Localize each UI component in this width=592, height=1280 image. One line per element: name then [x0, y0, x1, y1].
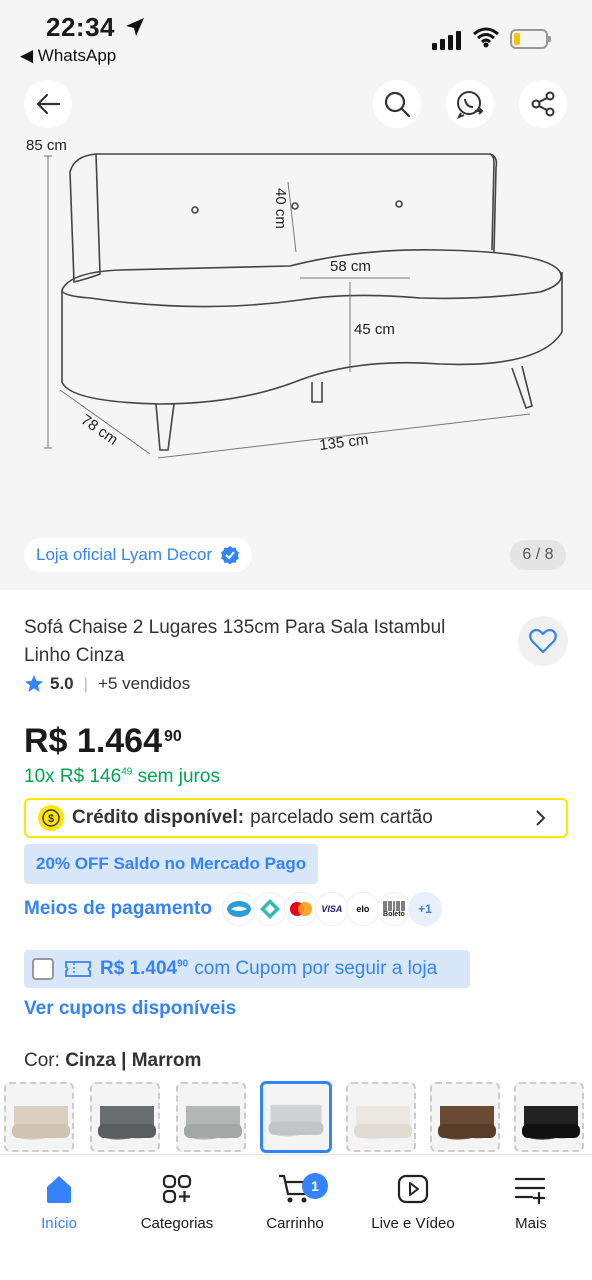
dim-back: 40 cm	[272, 188, 289, 229]
pix-icon	[252, 892, 287, 926]
categories-icon	[162, 1174, 192, 1204]
rating-row[interactable]: 5.0 | +5 vendidos	[24, 674, 190, 694]
whatsapp-icon	[456, 91, 484, 119]
swatch-preto[interactable]	[514, 1082, 584, 1152]
discount-badge: 20% OFF Saldo no Mercado Pago	[24, 844, 319, 884]
coupon-cents: 90	[177, 958, 189, 970]
color-label: Cor:	[24, 1050, 60, 1071]
credit-text: parcelado sem cartão	[250, 807, 433, 828]
whatsapp-share-button[interactable]	[446, 80, 494, 128]
home-icon	[47, 1176, 71, 1203]
price-cents: 90	[164, 728, 182, 745]
nav-mais[interactable]: Mais	[476, 1169, 586, 1232]
swatch-off-white[interactable]	[346, 1082, 416, 1152]
payment-methods-row[interactable]: Meios de pagamento VISA elo Boleto +1	[24, 890, 442, 928]
installments-prefix: 10x R$ 146	[24, 766, 122, 787]
nav-live-video[interactable]: Live e Vídeo	[358, 1169, 468, 1232]
dim-seat-height: 45 cm	[354, 321, 395, 338]
payment-methods-label[interactable]: Meios de pagamento	[24, 898, 212, 920]
mercado-pago-icon	[221, 892, 256, 926]
wifi-icon	[473, 27, 499, 48]
coupon-banner[interactable]: R$ 1.40490 com Cupom por seguir a loja	[24, 950, 470, 988]
color-swatches	[4, 1081, 592, 1154]
price: R$ 1.464 90	[24, 722, 182, 761]
svg-text:$: $	[48, 813, 54, 825]
nav-label-live-video: Live e Vídeo	[371, 1215, 455, 1232]
rating-value: 5.0	[50, 674, 74, 693]
coupon-checkbox[interactable]	[32, 958, 54, 980]
price-main: R$ 1.464	[24, 722, 162, 760]
dim-depth: 78 cm	[78, 411, 121, 448]
verified-icon	[221, 546, 240, 565]
nav-inicio[interactable]: Início	[4, 1169, 114, 1232]
official-store-label: Loja oficial Lyam Decor	[36, 545, 213, 564]
color-value: Cinza | Marrom	[65, 1050, 202, 1071]
status-time: 22:34	[46, 12, 115, 42]
product-page: 22:34 ◀ WhatsApp 85 cm 40 cm 58 cm 45 cm…	[0, 0, 592, 1280]
share-icon	[531, 91, 555, 117]
mastercard-icon	[283, 892, 318, 926]
boleto-icon: Boleto	[376, 892, 411, 926]
image-counter: 6 / 8	[510, 540, 566, 570]
search-button[interactable]	[373, 80, 421, 128]
swatch-cinza-claro[interactable]	[176, 1082, 246, 1152]
installments-suffix: sem juros	[132, 766, 220, 787]
cart-count-badge: 1	[302, 1173, 328, 1199]
product-title: Sofá Chaise 2 Lugares 135cm Para Sala Is…	[24, 617, 446, 666]
sofa-dimension-drawing: 85 cm 40 cm 58 cm 45 cm 78 cm 135 cm	[26, 137, 563, 459]
ticket-icon	[65, 961, 91, 977]
nav-label-mais: Mais	[515, 1215, 547, 1232]
coupon-text: com Cupom por seguir a loja	[194, 958, 438, 979]
location-arrow-icon	[126, 18, 144, 36]
color-selector-label: Cor: Cinza | Marrom	[24, 1050, 201, 1072]
see-coupons-link[interactable]: Ver cupons disponíveis	[24, 998, 236, 1020]
battery-icon	[510, 29, 551, 49]
back-to-app-link[interactable]: ◀ WhatsApp	[20, 46, 116, 66]
installments: 10x R$ 14649 sem juros	[24, 766, 220, 788]
dim-width: 135 cm	[318, 431, 369, 454]
arrow-left-icon	[36, 93, 61, 115]
sold-count: +5 vendidos	[98, 674, 191, 693]
bottom-navigation: Início Categorias 1 Carrinho Live e Víde…	[0, 1154, 592, 1280]
swatch-marrom[interactable]	[430, 1082, 500, 1152]
heart-icon	[529, 628, 557, 654]
share-button[interactable]	[519, 80, 567, 128]
nav-label-carrinho: Carrinho	[266, 1215, 324, 1232]
swatch-cinza-selected[interactable]	[260, 1081, 332, 1153]
visa-icon: VISA	[314, 892, 349, 926]
credit-banner[interactable]: $ Crédito disponível: parcelado sem cart…	[24, 798, 568, 838]
nav-label-inicio: Início	[41, 1215, 77, 1232]
coin-icon: $	[38, 805, 64, 831]
search-icon	[384, 91, 411, 118]
coupon-price: R$ 1.40490	[100, 958, 188, 980]
installments-cents: 49	[121, 766, 133, 778]
chevron-right-icon	[536, 810, 546, 826]
status-bar: 22:34 ◀ WhatsApp	[0, 0, 592, 72]
rating-divider: |	[83, 674, 89, 693]
signal-icon	[432, 31, 461, 50]
more-payments-badge[interactable]: +1	[407, 892, 442, 926]
dim-height: 85 cm	[26, 137, 67, 154]
product-gallery[interactable]: 85 cm 40 cm 58 cm 45 cm 78 cm 135 cm Loj…	[0, 72, 592, 590]
swatch-bege[interactable]	[4, 1082, 74, 1152]
back-button[interactable]	[24, 80, 72, 128]
dim-seat-depth: 58 cm	[330, 258, 371, 275]
favorite-button[interactable]	[518, 616, 568, 666]
coupon-amount: R$ 1.404	[100, 958, 178, 979]
menu-icon	[514, 1177, 546, 1205]
swatch-cinza-escuro[interactable]	[90, 1082, 160, 1152]
nav-carrinho[interactable]: 1 Carrinho	[240, 1169, 350, 1232]
star-icon	[25, 675, 43, 692]
play-icon	[397, 1174, 429, 1204]
elo-icon: elo	[345, 892, 380, 926]
official-store-badge[interactable]: Loja oficial Lyam Decor	[24, 538, 253, 572]
nav-categorias[interactable]: Categorias	[122, 1169, 232, 1232]
nav-label-categorias: Categorias	[140, 1215, 214, 1232]
credit-label: Crédito disponível:	[72, 807, 245, 828]
